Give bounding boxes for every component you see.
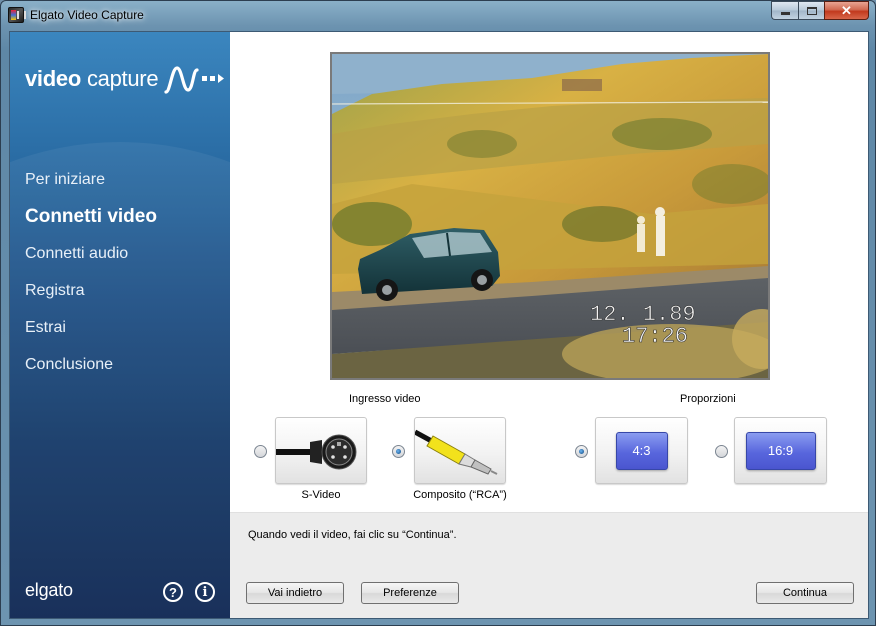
rca-connector-icon (413, 429, 498, 475)
preferences-button[interactable]: Preferenze (361, 582, 459, 604)
help-circle-icon[interactable]: ? (163, 582, 183, 602)
maximize-icon (806, 6, 817, 15)
elgato-app-icon[interactable] (8, 7, 26, 23)
waveform-icon (164, 66, 225, 94)
brand-word-bold: video (25, 66, 81, 91)
composite-option[interactable] (413, 417, 506, 484)
sidebar-item-estrai[interactable]: Estrai (25, 315, 157, 352)
svideo-option[interactable] (275, 417, 367, 484)
aspect-169-radio[interactable] (715, 445, 728, 458)
sidebar-item-per-iniziare[interactable]: Per iniziare (25, 167, 157, 204)
back-button[interactable]: Vai indietro (246, 582, 344, 604)
aspect-ratio-label: Proporzioni (680, 393, 736, 405)
main-content: 12. 1.89 17:26 Ingresso video Proporzion… (230, 32, 868, 618)
footer-panel: Quando vedi il video, fai clic su “Conti… (230, 512, 868, 618)
info-circle-icon[interactable]: i (195, 582, 215, 602)
sidebar-item-conclusione[interactable]: Conclusione (25, 352, 157, 389)
minimize-icon (780, 11, 790, 15)
aspect-43-button[interactable]: 4:3 (615, 431, 668, 470)
brand-word-regular: capture (86, 66, 159, 91)
close-icon: ✕ (841, 2, 852, 18)
instruction-text: Quando vedi il video, fai clic su “Conti… (248, 529, 457, 541)
aspect-43-option[interactable]: 4:3 (595, 417, 688, 484)
aspect-169-button[interactable]: 16:9 (745, 431, 816, 470)
elgato-logo: elgato (25, 580, 73, 600)
maximize-button[interactable] (798, 1, 824, 20)
video-frame: 12. 1.89 17:26 (332, 54, 768, 378)
app-window: Elgato Video Capture ✕ video capture Per… (0, 0, 876, 626)
window-controls: ✕ (771, 1, 869, 20)
minimize-button[interactable] (771, 1, 798, 20)
svideo-radio[interactable] (254, 445, 267, 458)
sidebar: video capture Per iniziare Connetti vide… (10, 32, 230, 618)
s-video-connector-icon (276, 434, 357, 470)
video-input-label: Ingresso video (349, 393, 421, 405)
video-time-stamp: 17:26 (622, 324, 688, 349)
aspect-43-radio[interactable] (575, 445, 588, 458)
client-area: video capture Per iniziare Connetti vide… (9, 31, 869, 619)
sidebar-item-connetti-video[interactable]: Connetti video (25, 204, 157, 241)
aspect-169-option[interactable]: 16:9 (734, 417, 827, 484)
sidebar-item-connetti-audio[interactable]: Connetti audio (25, 241, 157, 278)
composite-caption: Composito (“RCA”) (413, 489, 507, 501)
video-preview: 12. 1.89 17:26 (330, 52, 770, 380)
brand-logo: video capture (25, 62, 226, 96)
close-button[interactable]: ✕ (824, 1, 869, 20)
window-title: Elgato Video Capture (30, 8, 144, 22)
svideo-caption: S-Video (301, 489, 341, 501)
title-bar[interactable]: Elgato Video Capture ✕ (1, 1, 875, 31)
composite-radio[interactable] (392, 445, 405, 458)
sidebar-item-registra[interactable]: Registra (25, 278, 157, 315)
sidebar-nav: Per iniziare Connetti video Connetti aud… (25, 167, 157, 389)
continue-button[interactable]: Continua (756, 582, 854, 604)
